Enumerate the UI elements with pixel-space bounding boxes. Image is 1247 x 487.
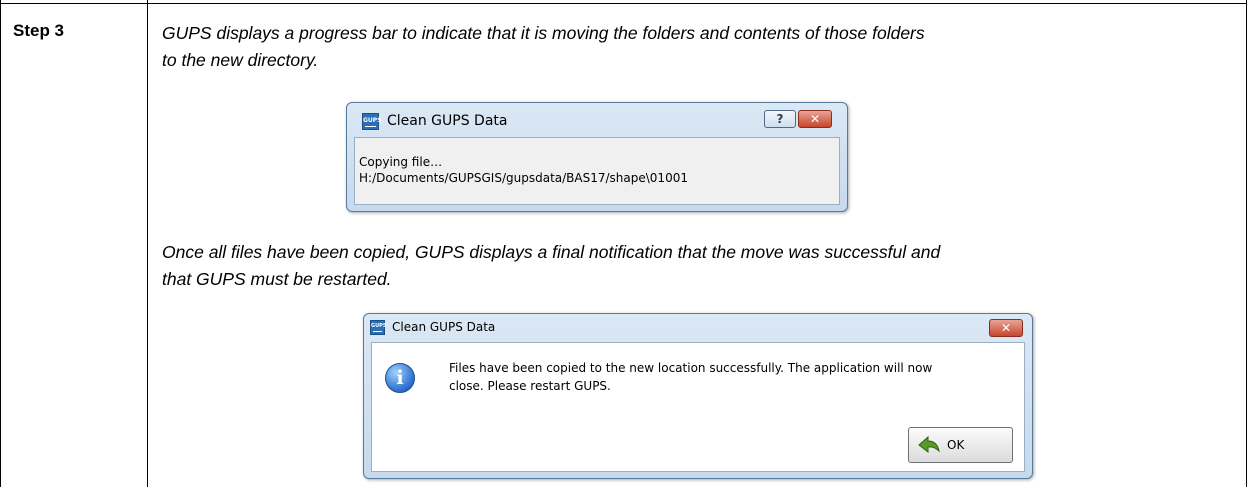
message-line1: Files have been copied to the new locati… xyxy=(449,361,933,375)
copy-progress-dialog: GUPS Clean GUPS Data ? ✕ Copying file… H… xyxy=(346,102,848,212)
ok-button[interactable]: OK xyxy=(908,427,1013,463)
dialog-title: Clean GUPS Data xyxy=(387,113,508,129)
help-button[interactable]: ? xyxy=(764,110,796,128)
instruction-table: Step 3 GUPS displays a progress bar to i… xyxy=(0,0,1247,487)
dialog-body: Copying file… H:/Documents/GUPSGIS/gupsd… xyxy=(354,137,840,205)
paragraph-notification: Once all files have been copied, GUPS di… xyxy=(162,240,1232,292)
dialog-title: Clean GUPS Data xyxy=(392,320,496,334)
table-top-stub xyxy=(147,0,148,4)
paragraph-notification-line1: Once all files have been copied, GUPS di… xyxy=(162,242,941,262)
gups-app-icon: GUPS xyxy=(362,113,382,130)
paragraph-progress: GUPS displays a progress bar to indicate… xyxy=(162,21,1232,73)
message-line2: close. Please restart GUPS. xyxy=(449,379,611,393)
copy-status-text: Copying file… xyxy=(359,155,443,169)
copy-complete-dialog: GUPS Clean GUPS Data ✕ i Files have been… xyxy=(363,313,1033,479)
gups-app-icon: GUPS xyxy=(370,320,386,335)
dialog-titlebar[interactable]: GUPS Clean GUPS Data ? ✕ xyxy=(347,103,847,133)
copy-path-text: H:/Documents/GUPSGIS/gupsdata/BAS17/shap… xyxy=(359,171,688,185)
paragraph-progress-line2: to the new directory. xyxy=(162,50,319,70)
info-icon: i xyxy=(385,363,415,393)
table-column-divider xyxy=(147,0,148,487)
paragraph-progress-line1: GUPS displays a progress bar to indicate… xyxy=(162,23,925,43)
ok-button-label: OK xyxy=(947,438,965,452)
ok-arrow-icon xyxy=(918,435,940,454)
step-label: Step 3 xyxy=(13,21,65,40)
dialog-titlebar[interactable]: GUPS Clean GUPS Data ✕ xyxy=(364,314,1032,340)
close-button[interactable]: ✕ xyxy=(798,110,832,128)
dialog-body: i Files have been copied to the new loca… xyxy=(371,342,1025,472)
table-left-border xyxy=(0,0,1,487)
table-row-divider xyxy=(0,3,1247,4)
paragraph-notification-line2: that GUPS must be restarted. xyxy=(162,269,392,289)
close-button[interactable]: ✕ xyxy=(989,319,1023,337)
